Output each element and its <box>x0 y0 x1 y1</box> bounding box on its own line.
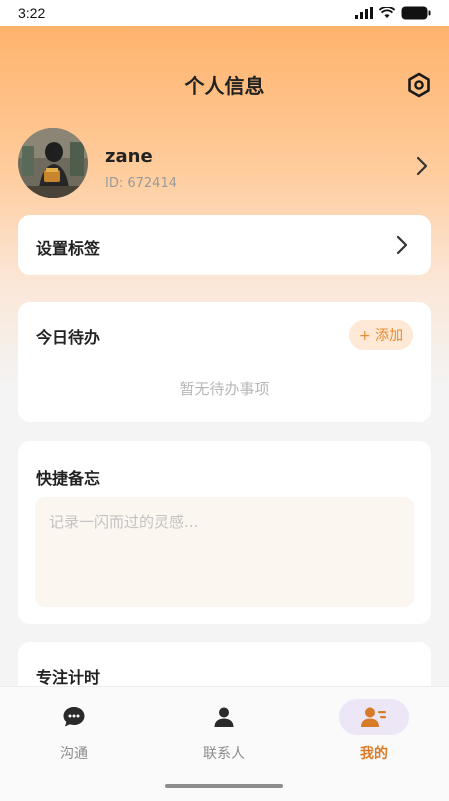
settings-button[interactable] <box>404 70 434 100</box>
username: zane <box>105 146 153 167</box>
focus-timer-title: 专注计时 <box>36 668 101 687</box>
todo-empty-text: 暂无待办事项 <box>179 380 270 398</box>
gear-hexagon-icon <box>408 72 430 98</box>
nav-icon-wrap <box>39 699 109 735</box>
memo-title: 快捷备忘 <box>36 469 101 488</box>
memo-card: 快捷备忘 <box>18 441 431 624</box>
person-icon <box>214 707 234 727</box>
signal-icon <box>355 7 373 19</box>
avatar[interactable] <box>18 128 88 198</box>
nav-item-chat[interactable]: 沟通 <box>24 699 124 769</box>
page-title: 个人信息 <box>184 74 265 98</box>
status-time: 3:22 <box>18 5 46 21</box>
nav-label-mine: 我的 <box>360 746 388 762</box>
status-bar: 3:22 <box>0 0 449 26</box>
home-indicator <box>165 784 283 788</box>
user-id: ID: 672414 <box>105 176 177 191</box>
nav-label-contacts: 联系人 <box>203 746 245 762</box>
nav-icon-wrap <box>189 699 259 735</box>
add-todo-button[interactable]: + 添加 <box>349 320 413 350</box>
chevron-right-icon <box>396 235 408 255</box>
nav-item-mine[interactable]: 我的 <box>324 699 424 769</box>
nav-icon-wrap-active <box>339 699 409 735</box>
set-tags-label: 设置标签 <box>36 239 101 258</box>
profile-card-icon <box>361 707 386 727</box>
chevron-right-icon[interactable] <box>412 154 432 178</box>
memo-input[interactable] <box>35 497 414 607</box>
profile-row[interactable]: zane ID: 672414 <box>18 128 438 204</box>
chat-bubble-icon <box>63 707 85 727</box>
todo-title: 今日待办 <box>36 328 101 347</box>
nav-item-contacts[interactable]: 联系人 <box>174 699 274 769</box>
set-tags-row[interactable]: 设置标签 <box>18 215 431 275</box>
wifi-icon <box>379 7 395 18</box>
battery-icon <box>401 6 431 20</box>
nav-label-chat: 沟通 <box>60 746 88 762</box>
status-icons <box>355 6 431 20</box>
avatar-image <box>18 128 88 198</box>
todo-card: 今日待办 + 添加 暂无待办事项 <box>18 302 431 422</box>
